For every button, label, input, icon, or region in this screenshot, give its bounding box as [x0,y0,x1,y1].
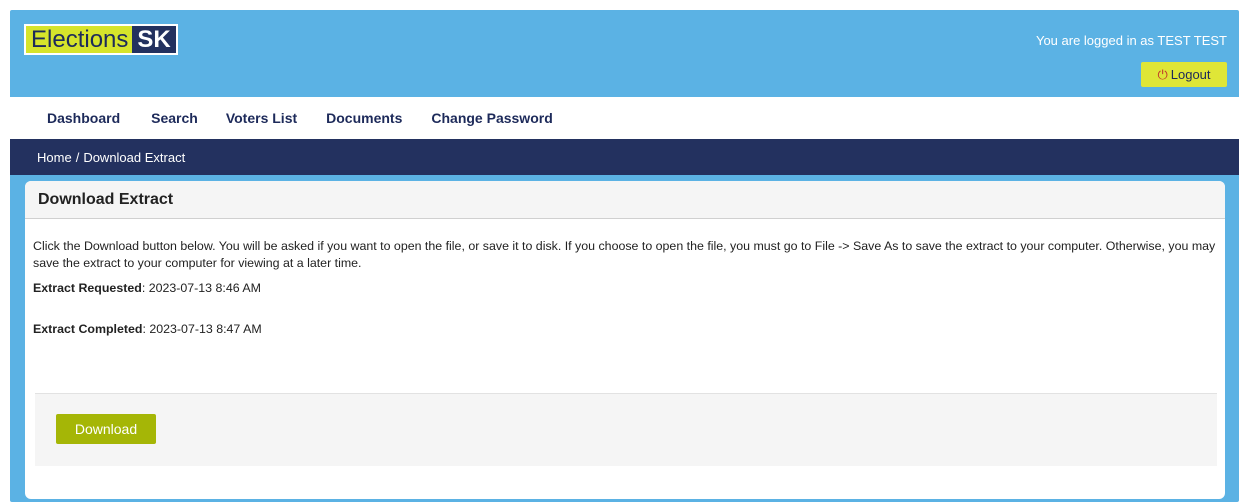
page-frame: Elections SK You are logged in as TEST T… [10,10,1239,502]
instructions-text: Click the Download button below. You wil… [33,239,1216,270]
extract-requested-row: Extract Requested: 2023-07-13 8:46 AM [33,281,1217,295]
nav-search[interactable]: Search [151,110,198,126]
elections-sk-logo[interactable]: Elections SK [24,24,178,55]
panel-footer: Download [35,393,1217,466]
logout-label: Logout [1170,67,1211,82]
logout-button[interactable]: ⏻ Logout [1141,62,1227,87]
logo-text-sk: SK [132,26,176,53]
logged-in-status: You are logged in as TEST TEST [1035,33,1227,48]
breadcrumb-current: Download Extract [83,149,186,165]
nav-documents[interactable]: Documents [326,110,402,126]
breadcrumb: Home / Download Extract [10,139,1239,175]
panel-title: Download Extract [25,181,1225,219]
download-extract-panel: Download Extract Click the Download butt… [25,181,1225,499]
power-icon: ⏻ [1157,67,1168,82]
extract-requested-value: : 2023-07-13 8:46 AM [141,281,261,295]
extract-completed-value: : 2023-07-13 8:47 AM [142,322,262,336]
extract-completed-label: Extract Completed [33,322,143,336]
download-button[interactable]: Download [56,414,156,444]
nav-voters-list[interactable]: Voters List [226,110,297,126]
extract-completed-row: Extract Completed: 2023-07-13 8:47 AM [33,322,1217,336]
extract-requested-label: Extract Requested [33,281,142,295]
breadcrumb-separator: / [75,149,80,165]
nav-dashboard[interactable]: Dashboard [47,110,120,126]
panel-body: Click the Download button below. You wil… [25,219,1225,336]
breadcrumb-home[interactable]: Home [37,150,72,165]
main-nav: Dashboard Search Voters List Documents C… [10,97,1239,139]
logo-text-elections: Elections [26,26,133,53]
header: Elections SK You are logged in as TEST T… [10,10,1239,97]
nav-change-password[interactable]: Change Password [431,110,552,126]
